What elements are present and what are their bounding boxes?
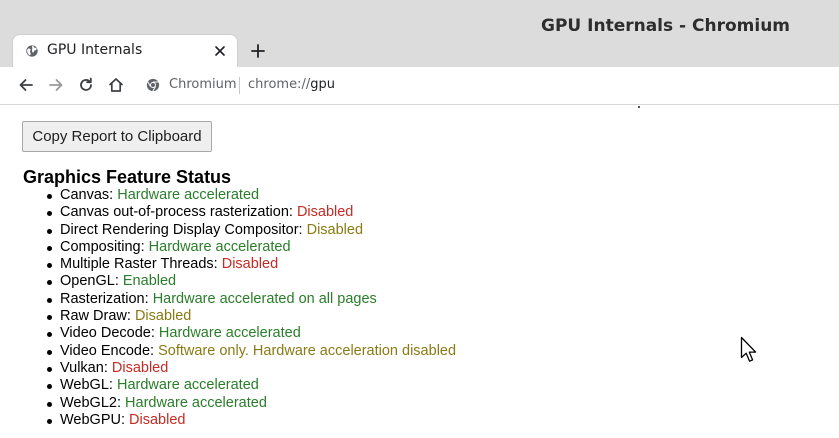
feature-status: Disabled <box>296 204 354 221</box>
feature-item: Direct Rendering Display Compositor: Dis… <box>0 222 456 239</box>
feature-item: Canvas: Hardware accelerated <box>0 187 456 204</box>
browser-window: GPU Internals - Chromium GPU Internals C… <box>0 0 839 438</box>
feature-status: Hardware accelerated <box>125 394 267 411</box>
feature-status: Hardware accelerated <box>148 238 291 255</box>
feature-item: WebGL: Hardware accelerated <box>0 377 456 394</box>
feature-status: Software only. Hardware acceleration dis… <box>158 342 457 359</box>
feature-item: OpenGL: Enabled <box>0 273 456 290</box>
feature-item: Canvas out-of-process rasterization: Dis… <box>0 204 456 221</box>
title-bar: GPU Internals - Chromium GPU Internals <box>0 0 839 68</box>
page-content: Copy Report to Clipboard Graphics Featur… <box>0 106 839 438</box>
feature-status: Hardware accelerated on all pages <box>152 290 377 307</box>
feature-item: Video Decode: Hardware accelerated <box>0 325 456 342</box>
feature-name: Canvas <box>60 187 110 203</box>
feature-name: Multiple Raster Threads <box>60 256 214 273</box>
feature-status: Hardware accelerated <box>116 377 259 394</box>
feature-name: Rasterization <box>60 290 145 307</box>
feature-item: Video Encode: Software only. Hardware ac… <box>0 343 456 360</box>
url-text[interactable]: chrome://gpu <box>248 77 335 92</box>
feature-item: WebGPU: Disabled <box>0 412 456 429</box>
feature-item: Raw Draw: Disabled <box>0 308 456 325</box>
chromium-icon <box>146 78 160 92</box>
feature-status: Disabled <box>306 221 364 238</box>
feature-status-list: Canvas: Hardware accelerated Canvas out-o… <box>0 187 456 429</box>
feature-name: Compositing <box>60 238 141 255</box>
feature-name: WebGPU <box>60 411 121 428</box>
window-title: GPU Internals - Chromium <box>541 16 791 36</box>
feature-status: Disabled <box>111 359 169 376</box>
reload-icon[interactable] <box>77 76 95 94</box>
tab-gpu-internals[interactable]: GPU Internals <box>12 34 238 68</box>
feature-item: Vulkan: Disabled <box>0 360 456 377</box>
feature-status: Disabled <box>129 411 186 428</box>
section-heading: Graphics Feature Status <box>23 167 232 187</box>
feature-name: WebGL <box>60 377 109 394</box>
close-icon[interactable] <box>213 44 227 58</box>
tab-title: GPU Internals <box>47 42 143 58</box>
feature-name: OpenGL <box>60 273 115 290</box>
arrow-right-icon[interactable] <box>47 76 65 94</box>
url-scheme: chrome:// <box>248 77 311 92</box>
feature-status: Hardware accelerated <box>117 187 260 203</box>
copy-report-button[interactable]: Copy Report to Clipboard <box>22 121 212 152</box>
feature-name: Video Encode <box>60 342 151 359</box>
feature-name: Direct Rendering Display Compositor <box>60 221 299 238</box>
browser-toolbar: Chromium chrome://gpu <box>0 67 839 105</box>
feature-item: Multiple Raster Threads: Disabled <box>0 256 456 273</box>
feature-item: WebGL2: Hardware accelerated <box>0 395 456 412</box>
home-icon[interactable] <box>107 76 125 94</box>
feature-status: Disabled <box>221 256 279 273</box>
feature-item: Compositing: Hardware accelerated <box>0 239 456 256</box>
feature-status: Enabled <box>122 273 177 290</box>
feature-item: Rasterization: Hardware accelerated on a… <box>0 291 456 308</box>
omnibox-divider <box>239 77 240 94</box>
content-artifact <box>638 106 640 108</box>
feature-status: Hardware accelerated <box>158 325 301 342</box>
feature-name: WebGL2 <box>60 394 117 411</box>
site-label: Chromium <box>169 77 237 92</box>
feature-name: Video Decode <box>60 325 151 342</box>
address-bar[interactable]: Chromium chrome://gpu <box>138 70 838 100</box>
url-host: gpu <box>310 77 335 92</box>
feature-status: Disabled <box>134 308 192 325</box>
arrow-left-icon[interactable] <box>17 76 35 94</box>
feature-name: Canvas out-of-process rasterization <box>60 204 289 221</box>
mouse-pointer-icon <box>740 336 757 362</box>
feature-name: Vulkan <box>60 359 104 376</box>
globe-icon <box>26 45 38 57</box>
feature-name: Raw Draw <box>60 308 127 325</box>
plus-icon[interactable] <box>248 41 268 61</box>
